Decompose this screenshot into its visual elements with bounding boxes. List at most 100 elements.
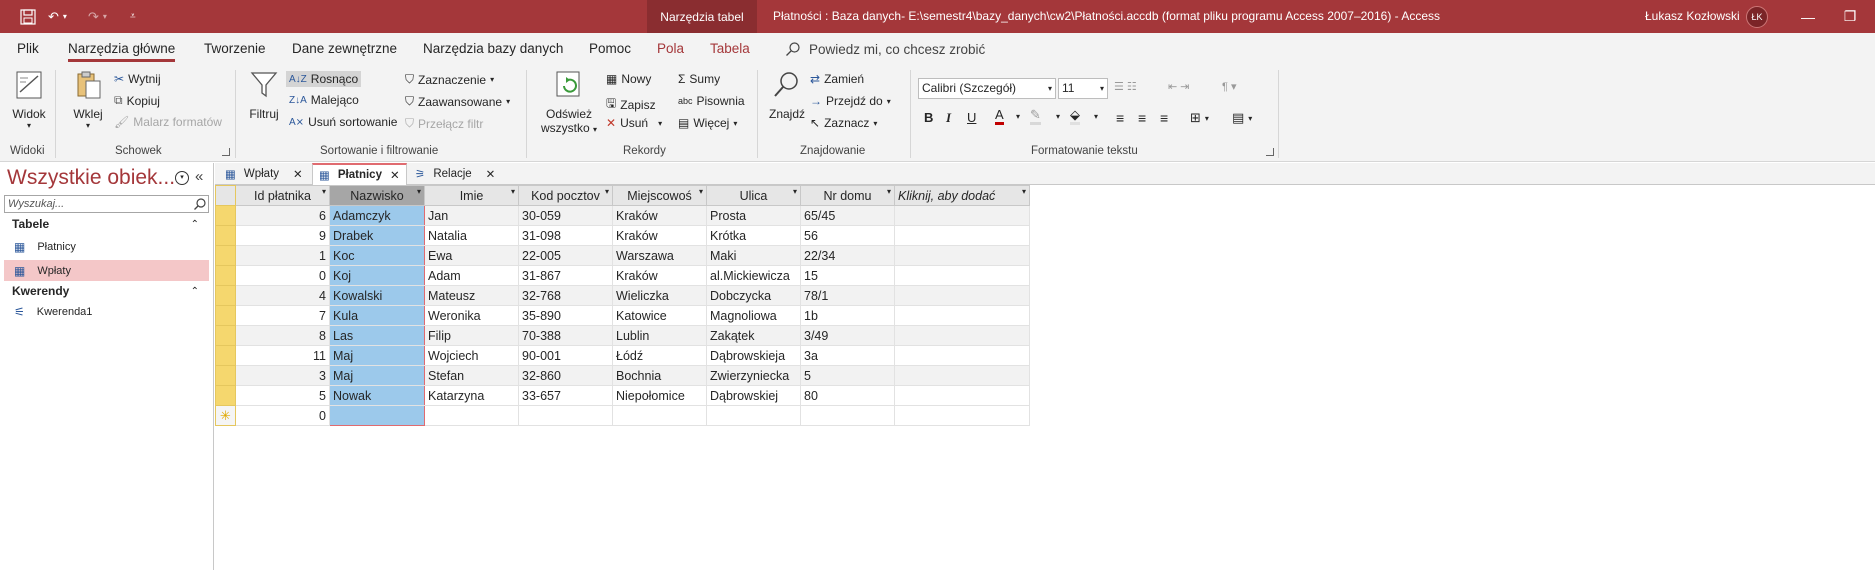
cell-nazwisko[interactable]: Drabek — [329, 225, 425, 246]
refresh-all-button[interactable]: Odśwież wszystko ▾ — [538, 70, 600, 135]
row-selector[interactable] — [215, 205, 236, 226]
select-button[interactable]: ↖ Zaznacz ▾ — [810, 116, 877, 130]
selection-button[interactable]: ⛉ Zaznaczenie ▾ — [405, 72, 494, 87]
tab-narzedzia-glowne[interactable]: Narzędzia główne — [68, 41, 176, 62]
new-record-icon[interactable]: ✳ — [215, 405, 236, 426]
chevron-down-icon[interactable]: ▾ — [605, 187, 609, 196]
cell-nazwisko[interactable] — [329, 405, 425, 426]
cell-imie[interactable]: Jan — [424, 205, 519, 226]
sort-descending-button[interactable]: Z↓A Malejąco — [289, 93, 359, 107]
find-button[interactable]: Znajdź — [768, 70, 806, 121]
avatar[interactable]: ŁK — [1746, 6, 1768, 28]
cell-ulica[interactable]: Dobczycka — [706, 285, 801, 306]
cell-nr-domu[interactable]: 65/45 — [800, 205, 895, 226]
cell-imie[interactable]: Wojciech — [424, 345, 519, 366]
tab-dane-zewnetrzne[interactable]: Dane zewnętrzne — [292, 41, 397, 56]
search-icon[interactable] — [193, 197, 207, 211]
cell-empty[interactable] — [894, 385, 1030, 406]
column-header-miejscowosc[interactable]: Miejscowoś ▾ — [612, 185, 707, 206]
row-selector[interactable] — [215, 225, 236, 246]
cell-empty[interactable] — [894, 405, 1030, 426]
font-color-icon[interactable]: A — [995, 108, 1004, 125]
column-header-nr-domu[interactable]: Nr domu ▾ — [800, 185, 895, 206]
chevron-down-icon[interactable]: ▾ — [1056, 112, 1060, 121]
cell-ulica[interactable]: Dąbrowskiej — [706, 385, 801, 406]
cell-kod[interactable]: 35-890 — [518, 305, 613, 326]
column-header-imie[interactable]: Imie ▾ — [424, 185, 519, 206]
column-header-kod[interactable]: Kod pocztov ▾ — [518, 185, 613, 206]
sort-ascending-button[interactable]: A↓Z Rosnąco — [286, 71, 362, 87]
cell-id[interactable]: 5 — [235, 385, 330, 406]
cell-nr-domu[interactable]: 15 — [800, 265, 895, 286]
cell-id[interactable]: 0 — [235, 405, 330, 426]
cell-imie[interactable]: Ewa — [424, 245, 519, 266]
cell-id[interactable]: 11 — [235, 345, 330, 366]
cell-empty[interactable] — [894, 345, 1030, 366]
spelling-button[interactable]: abc Pisownia — [678, 94, 745, 108]
paragraph-icon[interactable]: ¶ ▾ — [1222, 80, 1237, 93]
indent-icon[interactable]: ⇤ ⇥ — [1168, 80, 1190, 93]
cell-kod[interactable]: 70-388 — [518, 325, 613, 346]
cell-kod[interactable]: 33-657 — [518, 385, 613, 406]
new-record-row[interactable]: ✳ 0 — [215, 405, 1030, 426]
cell-nazwisko[interactable]: Las — [329, 325, 425, 346]
cell-nr-domu[interactable]: 56 — [800, 225, 895, 246]
cell-empty[interactable] — [894, 305, 1030, 326]
cell-ulica[interactable]: Prosta — [706, 205, 801, 226]
align-center-icon[interactable]: ≡ — [1138, 110, 1146, 126]
table-row[interactable]: 1 Koc Ewa 22-005 Warszawa Maki 22/34 — [215, 245, 1030, 266]
cell-empty[interactable] — [894, 205, 1030, 226]
table-row[interactable]: 8 Las Filip 70-388 Lublin Zakątek 3/49 — [215, 325, 1030, 346]
column-header-nazwisko[interactable]: Nazwisko ▾ — [329, 185, 425, 206]
fill-color-icon[interactable]: ⬙ — [1070, 108, 1080, 125]
cell-empty[interactable] — [894, 325, 1030, 346]
table-row[interactable]: 7 Kula Weronika 35-890 Katowice Magnoliowa 1b — [215, 305, 1030, 326]
tab-plik[interactable]: Plik — [17, 41, 39, 56]
save-icon[interactable] — [20, 0, 36, 33]
cell-nr-domu[interactable]: 80 — [800, 385, 895, 406]
select-all-corner[interactable] — [215, 185, 236, 206]
table-row[interactable]: 9 Drabek Natalia 31-098 Kraków Krótka 56 — [215, 225, 1030, 246]
row-selector[interactable] — [215, 245, 236, 266]
cell-id[interactable]: 9 — [235, 225, 330, 246]
nav-pane-title[interactable]: Wszystkie obiek... — [7, 166, 175, 190]
cell-imie[interactable]: Stefan — [424, 365, 519, 386]
more-button[interactable]: ▤ Więcej ▾ — [678, 116, 737, 130]
chevron-down-icon[interactable]: ▾ — [322, 187, 326, 196]
cell-miejscowosc[interactable] — [612, 405, 707, 426]
cell-imie[interactable] — [424, 405, 519, 426]
cell-nazwisko[interactable]: Koj — [329, 265, 425, 286]
row-selector[interactable] — [215, 265, 236, 286]
cell-nr-domu[interactable]: 22/34 — [800, 245, 895, 266]
cell-ulica[interactable]: Dąbrowskieja — [706, 345, 801, 366]
row-selector[interactable] — [215, 385, 236, 406]
nav-group-tables[interactable]: Tabele — [12, 217, 49, 231]
user-name[interactable]: Łukasz Kozłowski — [1645, 0, 1740, 33]
cell-miejscowosc[interactable]: Katowice — [612, 305, 707, 326]
cell-kod[interactable]: 90-001 — [518, 345, 613, 366]
nav-item-kwerenda1[interactable]: ⚟ Kwerenda1 — [4, 301, 209, 322]
chevron-down-icon[interactable]: ▾ — [1094, 112, 1098, 121]
goto-button[interactable]: → Przejdź do ▾ — [810, 94, 891, 108]
tab-pomoc[interactable]: Pomoc — [589, 41, 631, 56]
cell-miejscowosc[interactable]: Niepołomice — [612, 385, 707, 406]
copy-button[interactable]: ⧉ Kopiuj — [114, 93, 160, 108]
cell-nazwisko[interactable]: Kula — [329, 305, 425, 326]
cell-nr-domu[interactable]: 5 — [800, 365, 895, 386]
cell-kod[interactable] — [518, 405, 613, 426]
cell-empty[interactable] — [894, 265, 1030, 286]
cell-empty[interactable] — [894, 225, 1030, 246]
cell-id[interactable]: 3 — [235, 365, 330, 386]
cell-miejscowosc[interactable]: Warszawa — [612, 245, 707, 266]
cell-id[interactable]: 7 — [235, 305, 330, 326]
filter-button[interactable]: Filtruj — [245, 70, 283, 121]
minimize-icon[interactable]: — — [1790, 0, 1826, 33]
alternate-row-color-icon[interactable]: ▤ ▾ — [1232, 110, 1252, 126]
cell-nr-domu[interactable] — [800, 405, 895, 426]
cell-id[interactable]: 0 — [235, 265, 330, 286]
cut-button[interactable]: ✂ Wytnij — [114, 72, 161, 86]
table-row[interactable]: 5 Nowak Katarzyna 33-657 Niepołomice Dąbrowsk… — [215, 385, 1030, 406]
bold-button[interactable]: B — [924, 110, 933, 125]
tab-pola[interactable]: Pola — [657, 41, 684, 56]
font-name-select[interactable]: Calibri (Szczegół) ▾ — [918, 78, 1056, 99]
